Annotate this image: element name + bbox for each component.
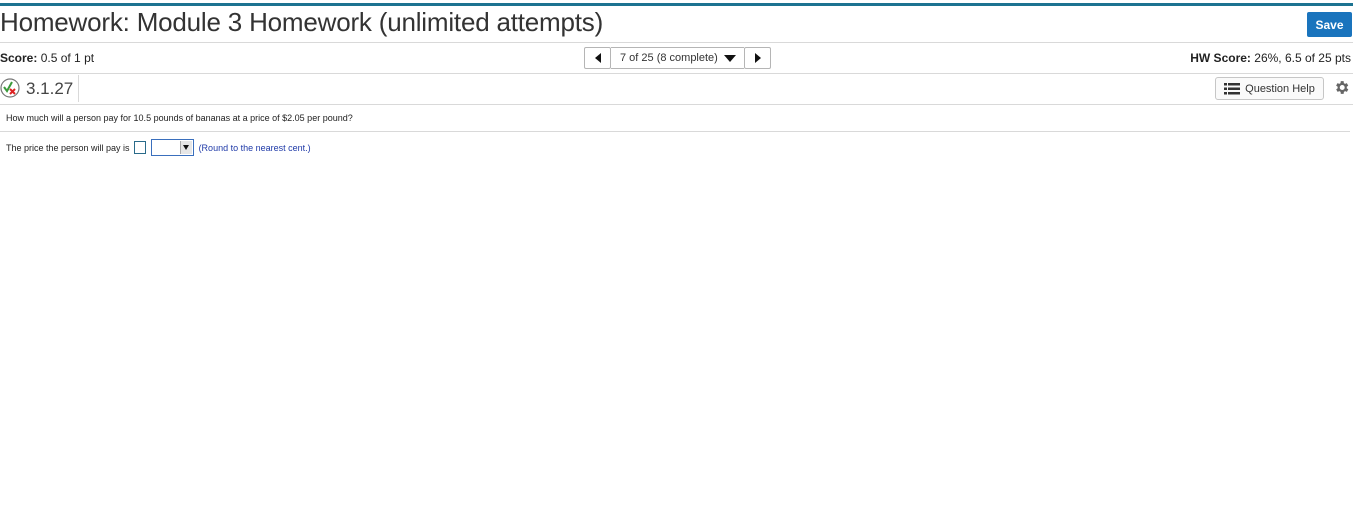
score-value: 0.5 of 1 pt [40,51,95,65]
answer-lead-text: The price the person will pay is [6,142,130,153]
question-dropdown[interactable]: 7 of 25 (8 complete) [611,47,744,69]
next-question-button[interactable] [744,47,771,69]
score: Score: 0.5 of 1 pt [0,51,94,65]
question-number: 3.1.27 [26,79,74,98]
save-button[interactable]: Save [1307,12,1352,37]
unit-select[interactable] [150,139,194,156]
next-arrow-icon [754,53,761,63]
question-help-button[interactable]: Question Help [1215,77,1324,100]
page-title: Homework: Module 3 Homework (unlimited a… [0,7,604,37]
divider [0,104,1353,105]
previous-question-button[interactable] [584,47,611,69]
top-accent-line [0,3,1353,6]
question-progress: 7 of 25 (8 complete) [620,52,718,64]
divider [78,75,79,102]
question-help-label: Question Help [1245,82,1315,95]
score-label: Score: [0,51,38,65]
hw-score-value: 26%, 6.5 of 25 pts [1254,51,1351,65]
hw-score-label: HW Score: [1190,51,1251,65]
partial-credit-icon [0,78,20,98]
question-prompt: How much will a person pay for 10.5 poun… [6,113,353,123]
dropdown-arrow-icon [724,54,736,62]
gear-icon[interactable] [1333,79,1350,96]
previous-arrow-icon [594,53,601,63]
list-icon [1224,82,1241,94]
divider [0,131,1350,132]
rounding-hint: (Round to the nearest cent.) [198,142,311,153]
divider [0,73,1353,74]
question-navigator: 7 of 25 (8 complete) [584,47,771,69]
hw-score: HW Score: 26%, 6.5 of 25 pts [1190,51,1351,65]
answer-input[interactable] [133,141,146,154]
select-arrow-icon [179,141,192,154]
answer-row: The price the person will pay is (Round … [6,139,311,156]
divider [0,42,1353,43]
